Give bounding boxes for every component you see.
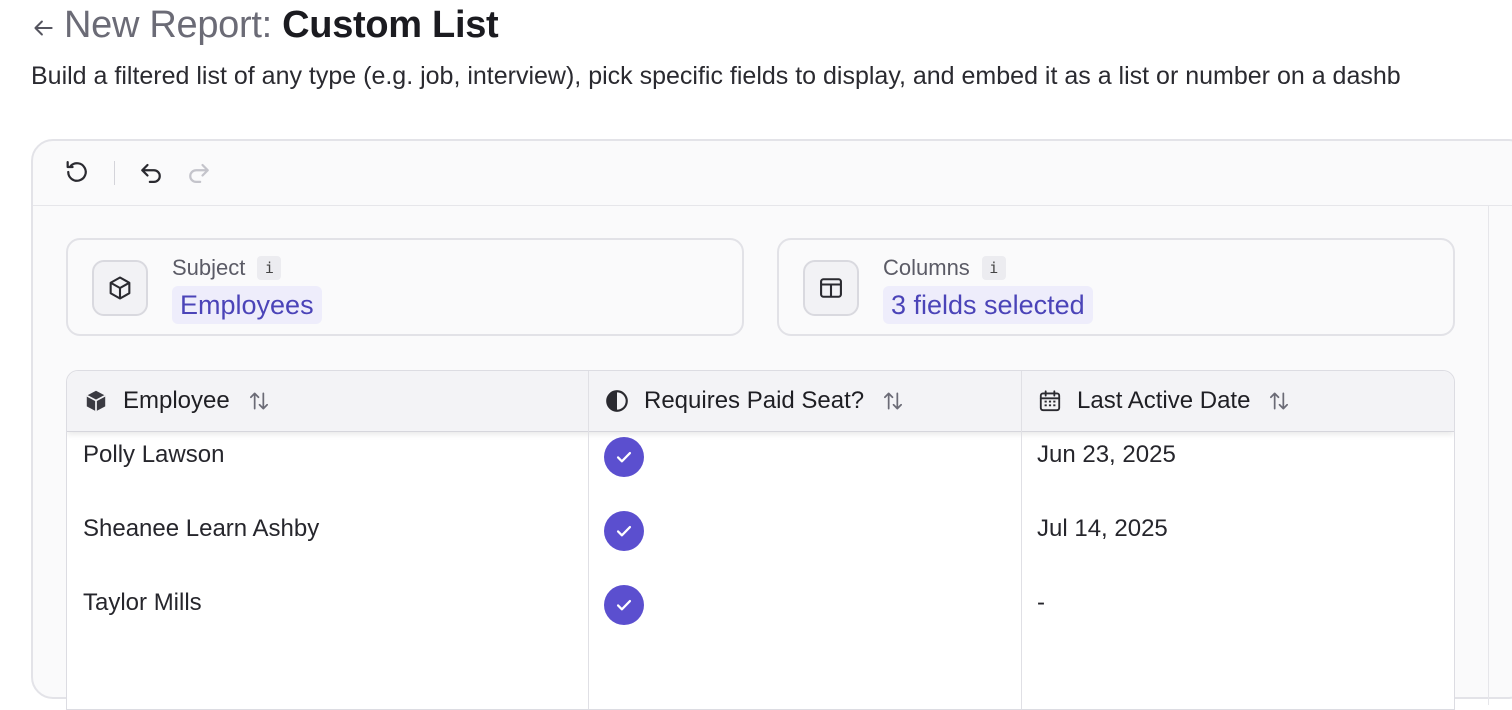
subject-icon-box [92,260,148,316]
columns-picker[interactable]: Columns i 3 fields selected [777,238,1455,336]
check-circle-icon [604,511,644,551]
last-active-date: Jul 14, 2025 [1037,515,1168,542]
redo-icon [189,163,209,184]
column-header-paid-seat[interactable]: Requires Paid Seat? [604,371,906,431]
panel-divider [1488,205,1489,705]
table-header: Employee Requires Paid Seat? Last Active… [67,371,1454,432]
column-divider [1021,371,1022,709]
column-header-last-active[interactable]: Last Active Date [1037,371,1292,431]
column-header-label: Requires Paid Seat? [644,387,865,414]
subject-label-row: Subject i [172,255,282,281]
cube-icon [86,390,106,412]
columns-info-icon[interactable]: i [981,256,1006,280]
contrast-icon [606,390,628,412]
columns-value[interactable]: 3 fields selected [883,286,1093,324]
check-circle-icon [604,585,644,625]
reset-button[interactable] [62,157,92,187]
page-header: New Report: Custom List [30,4,499,47]
last-active-date: Jun 23, 2025 [1037,441,1176,468]
toolbar [33,141,1512,206]
columns-icon [820,278,842,298]
sort-icon[interactable] [1266,388,1292,414]
sort-icon[interactable] [246,388,272,414]
subject-info-icon[interactable]: i [257,256,282,280]
subject-value[interactable]: Employees [172,286,322,324]
title-prefix: New Report: [64,4,283,46]
sort-icon[interactable] [880,388,906,414]
title-main: Custom List [282,4,499,46]
subject-picker[interactable]: Subject i Employees [66,238,744,336]
employee-name: Sheanee Learn Ashby [83,515,320,542]
cube-icon [109,276,131,300]
undo-button[interactable] [136,157,166,187]
table-row[interactable]: Sheanee Learn Ashby Jul 14, 2025 [67,495,1454,570]
table-row[interactable]: Polly Lawson Jun 23, 2025 [67,421,1454,496]
report-builder-panel: Subject i Employees Columns i 3 fields s… [31,139,1512,710]
subject-label: Subject [172,255,246,280]
column-header-label: Last Active Date [1077,387,1251,414]
undo-icon [141,163,161,184]
column-header-employee[interactable]: Employee [83,371,272,431]
columns-label-row: Columns i [883,255,1006,281]
table-row[interactable] [67,643,1454,709]
calendar-icon [1039,390,1061,412]
page-description: Build a filtered list of any type (e.g. … [31,62,1401,90]
check-circle-icon [604,437,644,477]
reset-icon [66,160,87,182]
back-arrow-icon[interactable] [30,15,56,41]
toolbar-divider [114,161,115,185]
employee-name: Polly Lawson [83,441,225,468]
redo-button[interactable] [184,157,214,187]
columns-icon-box [803,260,859,316]
employee-name: Taylor Mills [83,589,202,616]
column-header-label: Employee [123,387,230,414]
columns-label: Columns [883,255,970,280]
table-row[interactable]: Taylor Mills - [67,569,1454,644]
results-table: Employee Requires Paid Seat? Last Active… [66,370,1455,710]
page-title: New Report: Custom List [64,4,499,47]
last-active-date: - [1037,589,1045,616]
column-divider [588,371,589,709]
